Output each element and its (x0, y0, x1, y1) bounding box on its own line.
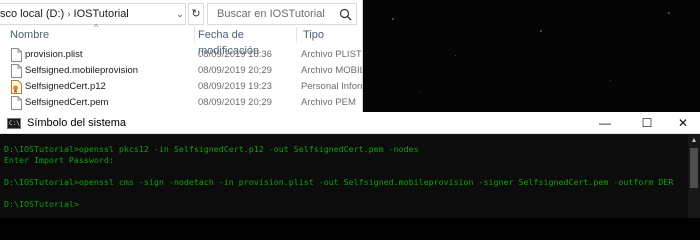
address-bar-row: sco local (D:) › IOSTutorial ⌄ ↻ Buscar en… (0, 3, 362, 25)
terminal-output[interactable]: D:\IOSTutorial>openssl pkcs12 -in Selfsi… (0, 134, 688, 218)
scroll-up-icon[interactable]: ▲ (688, 136, 700, 146)
terminal-icon: C:\ (7, 118, 21, 129)
column-headers: Nombre Fecha de modificación Tipo (0, 27, 362, 57)
column-header-date[interactable]: Fecha de modificación (195, 27, 297, 57)
file-date: 08/09/2019 20:29 (198, 65, 272, 76)
file-type: Archivo MOBILEPR (301, 65, 362, 76)
file-row[interactable]: Selfsigned.mobileprovision 08/09/2019 20… (0, 63, 362, 79)
file-explorer-window: sco local (D:) › IOSTutorial ⌄ ↻ Buscar en… (0, 0, 363, 112)
breadcrumb-separator-icon: › (67, 9, 71, 20)
column-header-name[interactable]: Nombre (0, 27, 195, 43)
file-date: 08/09/2019 20:29 (198, 97, 272, 108)
file-type: Archivo PEM (301, 97, 356, 108)
address-location[interactable]: sco local (D:) (0, 8, 64, 20)
file-row[interactable]: SelfsignedCert.p12 08/09/2019 19:23 Pers… (0, 79, 362, 95)
file-name: SelfsignedCert.pem (25, 97, 109, 108)
search-icon (339, 8, 352, 21)
window-title: Símbolo del sistema (27, 117, 127, 129)
file-row[interactable]: SelfsignedCert.pem 08/09/2019 20:29 Arch… (0, 95, 362, 111)
scrollbar[interactable]: ▲ (688, 134, 700, 218)
wallpaper-speck (540, 30, 542, 32)
terminal-line: D:\IOSTutorial>openssl cms -sign -nodeta… (4, 177, 674, 187)
terminal-icon-text: C:\ (9, 120, 20, 127)
search-input[interactable]: Buscar en IOSTutorial (207, 3, 357, 25)
wallpaper-speck (668, 12, 670, 14)
address-folder[interactable]: IOSTutorial (74, 8, 129, 20)
terminal-prompt-line: D:\IOSTutorial> (4, 199, 79, 209)
wallpaper-speck (420, 92, 421, 93)
title-bar[interactable]: C:\ Símbolo del sistema — ☐ ✕ (0, 112, 700, 134)
maximize-button[interactable]: ☐ (628, 112, 666, 134)
file-icon (11, 96, 22, 110)
file-icon (11, 64, 22, 78)
file-date: 08/09/2019 19:23 (198, 81, 272, 92)
wallpaper-speck (610, 80, 611, 81)
certificate-icon (11, 80, 22, 94)
terminal-line: D:\IOSTutorial>openssl pkcs12 -in Selfsi… (4, 144, 419, 154)
terminal-line: Enter Import Password: (4, 155, 114, 165)
file-icon (11, 48, 22, 62)
column-header-type[interactable]: Tipo (297, 27, 362, 43)
file-type: Archivo PLIST (301, 49, 362, 60)
chevron-down-icon[interactable]: ⌄ (174, 4, 185, 24)
command-prompt-window: C:\ Símbolo del sistema — ☐ ✕ D:\IOSTuto… (0, 112, 700, 218)
search-placeholder: Buscar en IOSTutorial (217, 8, 325, 20)
refresh-button[interactable]: ↻ (188, 3, 204, 25)
file-row[interactable]: provision.plist 08/09/2019 18:36 Archivo… (0, 47, 362, 63)
wallpaper-speck (392, 18, 394, 20)
close-button[interactable]: ✕ (664, 112, 700, 134)
minimize-button[interactable]: — (586, 112, 624, 134)
address-bar[interactable]: sco local (D:) › IOSTutorial ⌄ (0, 3, 186, 25)
file-name: provision.plist (25, 49, 83, 60)
file-date: 08/09/2019 18:36 (198, 49, 272, 60)
scrollbar-thumb[interactable] (690, 148, 698, 188)
file-name: Selfsigned.mobileprovision (25, 65, 139, 76)
file-name: SelfsignedCert.p12 (25, 81, 106, 92)
wallpaper-speck (455, 55, 456, 56)
file-type: Personal Informat (301, 81, 362, 92)
